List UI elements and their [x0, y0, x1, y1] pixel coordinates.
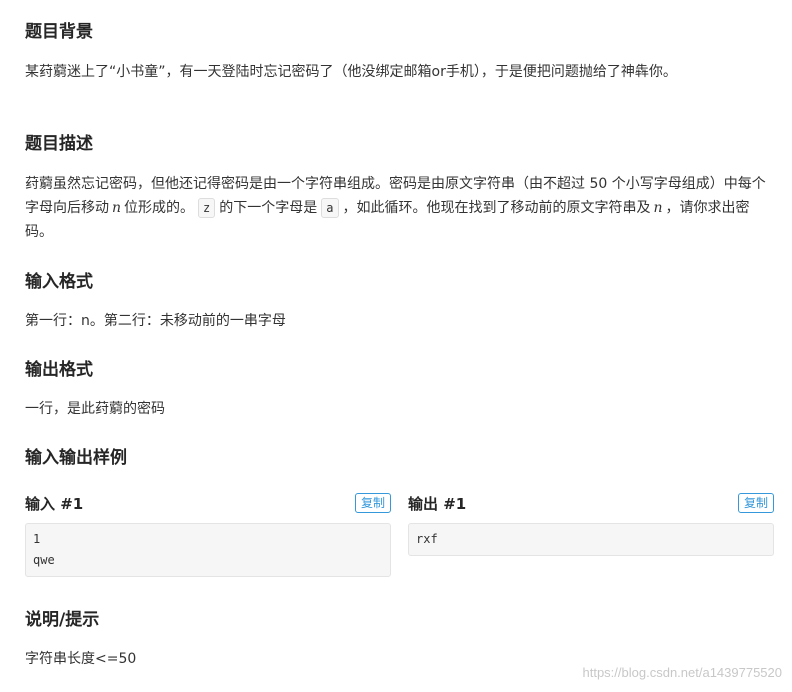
sample-output: 输出 #1 复制 rxf — [408, 492, 774, 556]
section-title-background: 题目背景 — [25, 22, 93, 42]
description-text: 荮藭虽然忘记密码，但他还记得密码是由一个字符串组成。密码是由原文字符串（由不超过… — [25, 172, 777, 244]
section-title-samples: 输入输出样例 — [25, 448, 127, 468]
sample-input-content: 1 qwe — [25, 523, 391, 577]
sample-output-header: 输出 #1 复制 — [408, 492, 774, 516]
copy-output-button[interactable]: 复制 — [737, 493, 774, 513]
copy-input-button[interactable]: 复制 — [354, 493, 391, 513]
background-text: 某荮藭迷上了“小书童”，有一天登陆时忘记密码了（他没绑定邮箱or手机），于是便把… — [25, 64, 677, 80]
section-title-input-format: 输入格式 — [25, 272, 93, 292]
output-format-text: 一行，是此荮藭的密码 — [25, 401, 165, 417]
description-part: 位形成的。 — [124, 200, 195, 216]
math-variable-n: n — [112, 200, 122, 216]
input-format-text: 第一行：n。第二行：未移动前的一串字母 — [25, 313, 286, 329]
math-variable-n: n — [653, 200, 663, 216]
sample-input-label: 输入 #1 — [25, 495, 84, 513]
sample-output-label: 输出 #1 — [408, 495, 467, 513]
watermark: https://blog.csdn.net/a1439775520 — [582, 665, 783, 680]
description-part: 的下一个字母是 — [219, 200, 318, 216]
sample-input-header: 输入 #1 复制 — [25, 492, 391, 516]
description-part: ，如此循环。他现在找到了移动前的原文字符串及 — [342, 200, 651, 216]
section-title-hint: 说明/提示 — [25, 610, 100, 630]
inline-code-z: z — [198, 198, 216, 218]
sample-input: 输入 #1 复制 1 qwe — [25, 492, 391, 577]
sample-output-content: rxf — [408, 523, 774, 556]
section-title-description: 题目描述 — [25, 134, 93, 154]
inline-code-a: a — [321, 198, 339, 218]
section-title-output-format: 输出格式 — [25, 360, 93, 380]
